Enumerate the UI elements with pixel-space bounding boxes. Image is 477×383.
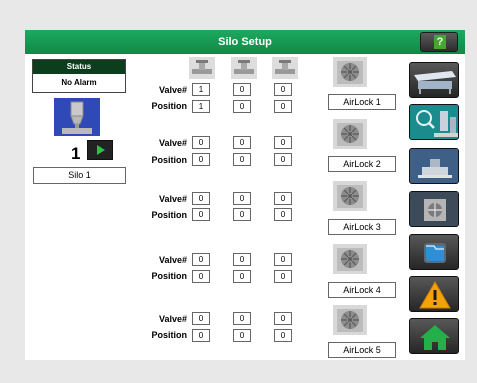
position-field[interactable]: 0 (274, 153, 292, 166)
valve-field[interactable]: 0 (274, 83, 292, 96)
valve-field[interactable]: 0 (233, 192, 251, 205)
valve-field[interactable]: 0 (192, 136, 210, 149)
valve-field[interactable]: 0 (192, 192, 210, 205)
position-field[interactable]: 0 (233, 153, 251, 166)
valve-field[interactable]: 1 (192, 83, 210, 96)
position-field[interactable]: 0 (233, 270, 251, 283)
zoom-silo-icon (410, 105, 458, 139)
valve-field[interactable]: 0 (274, 192, 292, 205)
airlock-button[interactable]: AirLock 5 (328, 342, 396, 358)
valve-icon (272, 57, 298, 79)
position-label: Position (151, 271, 188, 281)
scale-icon (410, 149, 458, 183)
valve-label: Valve# (158, 194, 187, 204)
help-icon: ? (434, 35, 446, 49)
position-label: Position (151, 155, 188, 165)
home-nav-button[interactable] (409, 318, 459, 354)
airlock-icon (333, 181, 367, 211)
position-field[interactable]: 0 (274, 270, 292, 283)
position-field[interactable]: 0 (192, 153, 210, 166)
scale-nav-button[interactable] (409, 148, 459, 184)
airlock-icon (333, 305, 367, 335)
valve-field[interactable]: 0 (233, 253, 251, 266)
position-field[interactable]: 0 (192, 329, 210, 342)
airlock-icon (333, 57, 367, 87)
airlock-icon (333, 119, 367, 149)
valve-icon (231, 57, 257, 79)
title-bar: Silo Setup ? (25, 30, 465, 54)
position-field[interactable]: 0 (233, 329, 251, 342)
hmi-screen: Silo Setup ? Status No Alarm 1 Silo 1 Va… (25, 30, 465, 360)
home-icon (420, 325, 450, 350)
folder-nav-button[interactable] (409, 234, 459, 270)
position-field[interactable]: 0 (274, 329, 292, 342)
position-label: Position (151, 210, 188, 220)
airlock-button[interactable]: AirLock 1 (328, 94, 396, 110)
valve-field[interactable]: 0 (274, 136, 292, 149)
page-title: Silo Setup (218, 36, 272, 48)
position-field[interactable]: 0 (192, 270, 210, 283)
valve-label: Valve# (158, 138, 187, 148)
conveyor-nav-button[interactable] (409, 62, 459, 98)
status-heading: Status (33, 60, 125, 74)
help-button[interactable]: ? (420, 32, 458, 52)
airlock-icon (333, 244, 367, 274)
position-label: Position (151, 330, 188, 340)
position-field[interactable]: 0 (192, 208, 210, 221)
warning-icon (419, 280, 451, 309)
status-panel: Status No Alarm (32, 59, 126, 93)
next-silo-button[interactable] (87, 140, 113, 160)
conveyor-icon (414, 71, 456, 94)
valve-label: Valve# (158, 85, 187, 95)
valve-field[interactable]: 0 (192, 312, 210, 325)
airlock-button[interactable]: AirLock 4 (328, 282, 396, 298)
valve-field[interactable]: 0 (274, 312, 292, 325)
valve-label: Valve# (158, 255, 187, 265)
airlock-nav-button[interactable] (409, 191, 459, 227)
silo-number: 1 (71, 144, 81, 163)
airlock-button[interactable]: AirLock 2 (328, 156, 396, 172)
position-field[interactable]: 0 (274, 208, 292, 221)
silo-icon (54, 98, 100, 136)
position-field[interactable]: 0 (274, 100, 292, 113)
position-field[interactable]: 0 (233, 208, 251, 221)
valve-field[interactable]: 0 (233, 312, 251, 325)
position-field[interactable]: 0 (233, 100, 251, 113)
valve-field[interactable]: 0 (233, 136, 251, 149)
zoom-silo-nav-button[interactable] (409, 104, 459, 140)
airlock-button[interactable]: AirLock 3 (328, 219, 396, 235)
valve-field[interactable]: 0 (233, 83, 251, 96)
silo-label[interactable]: Silo 1 (33, 167, 126, 184)
alarm-nav-button[interactable] (409, 276, 459, 312)
airlock-icon (410, 192, 458, 226)
position-label: Position (151, 101, 188, 111)
position-field[interactable]: 1 (192, 100, 210, 113)
valve-field[interactable]: 0 (192, 253, 210, 266)
status-value: No Alarm (33, 74, 125, 92)
valve-field[interactable]: 0 (274, 253, 292, 266)
valve-label: Valve# (158, 314, 187, 324)
valve-icon (189, 57, 215, 79)
folder-icon (424, 243, 446, 263)
